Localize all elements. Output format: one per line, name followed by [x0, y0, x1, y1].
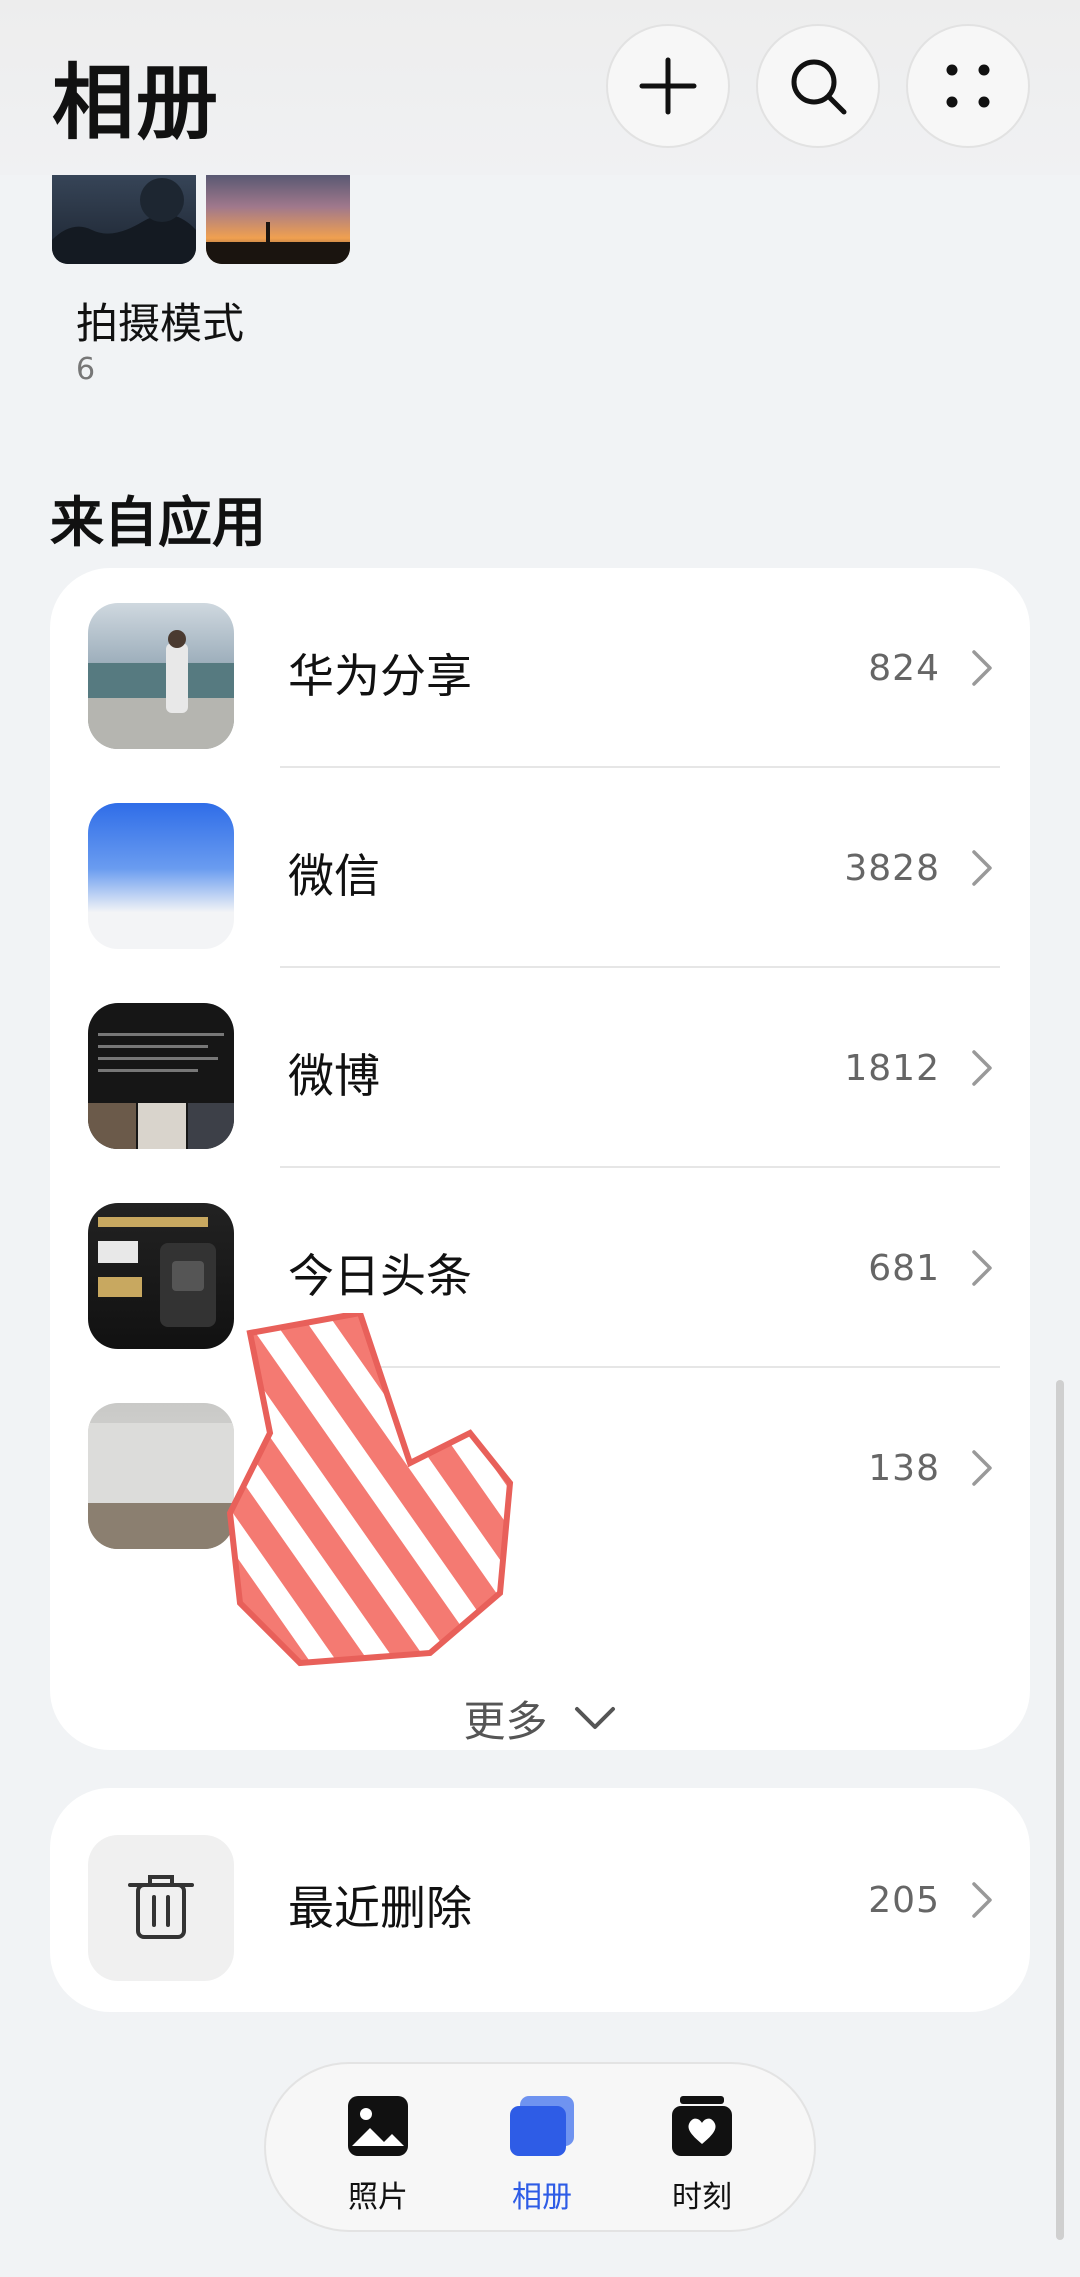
album-row-huawei-share[interactable]: 华为分享 824 [50, 568, 1030, 768]
chevron-right-icon [972, 850, 992, 886]
section-title: 来自应用 [50, 491, 266, 554]
photo-icon [348, 2096, 408, 2156]
top-bar: 相册 [0, 0, 1080, 175]
more-menu-button[interactable] [906, 24, 1030, 148]
album-count: 3828 [844, 848, 940, 889]
trash-icon [128, 1875, 194, 1939]
album-row-weibo[interactable]: 微博 1812 [50, 968, 1030, 1168]
nav-label: 相册 [512, 2180, 572, 2215]
album-thumbnail [88, 1003, 234, 1149]
nav-label: 照片 [348, 2180, 408, 2215]
recently-deleted-card[interactable]: 最近删除 205 [50, 1788, 1030, 2012]
search-button[interactable] [756, 24, 880, 148]
nav-moments[interactable]: 时刻 [642, 2094, 762, 2216]
chevron-right-icon [972, 1882, 992, 1918]
search-icon [791, 59, 847, 115]
album-row-toutiao[interactable]: 今日头条 681 [50, 1168, 1030, 1368]
trash-icon-tile [88, 1835, 234, 1981]
album-count: 681 [868, 1248, 940, 1289]
chevron-down-icon [574, 1706, 615, 1729]
chevron-right-icon [972, 1250, 992, 1286]
album-count: 824 [868, 648, 940, 689]
add-icon [639, 57, 697, 115]
chevron-right-icon [972, 650, 992, 686]
album-thumbnail [88, 603, 234, 749]
nav-albums[interactable]: 相册 [482, 2094, 602, 2216]
shooting-mode-thumbnail[interactable] [206, 160, 350, 264]
album-thumbnail [88, 803, 234, 949]
from-apps-card: 华为分享 824 微信 3828 微博 1812 今日头条 681 138 更多 [50, 568, 1030, 1750]
chevron-right-icon [972, 1450, 992, 1486]
album-row-wechat[interactable]: 微信 3828 [50, 768, 1030, 968]
album-count: 138 [868, 1448, 940, 1489]
sticker-overlay [226, 1313, 514, 1667]
chevron-right-icon [972, 1050, 992, 1086]
album-count: 6 [76, 352, 96, 387]
add-button[interactable] [606, 24, 730, 148]
album-name: 微信 [288, 849, 380, 903]
album-row-obscured[interactable]: 138 [50, 1368, 1030, 1568]
shooting-mode-thumbnail[interactable] [52, 160, 196, 264]
scrollbar[interactable] [1056, 1380, 1064, 2240]
album-count: 205 [868, 1880, 940, 1921]
album-row-recently-deleted[interactable]: 最近删除 205 [50, 1800, 1030, 2000]
album-icon [510, 2096, 574, 2156]
album-count: 1812 [844, 1048, 940, 1089]
bottom-nav: 照片 相册 时刻 [264, 2062, 816, 2232]
moments-icon [672, 2096, 732, 2156]
album-name: 微博 [288, 1049, 380, 1103]
album-title[interactable]: 拍摄模式 [76, 290, 244, 351]
show-more-button[interactable]: 更多 [50, 1688, 1030, 1749]
album-name: 最近删除 [288, 1881, 472, 1935]
nav-photos[interactable]: 照片 [318, 2094, 438, 2216]
nav-label: 时刻 [672, 2180, 732, 2215]
album-name: 今日头条 [288, 1249, 472, 1303]
page-title: 相册 [52, 56, 221, 151]
album-name: 华为分享 [288, 649, 472, 703]
show-more-label: 更多 [463, 1697, 548, 1746]
more-dots-icon [946, 64, 990, 108]
